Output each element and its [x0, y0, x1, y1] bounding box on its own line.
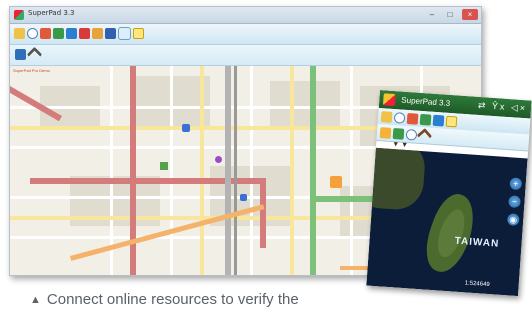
satellite-icon[interactable]: [118, 27, 131, 40]
edit-pen-icon[interactable]: [406, 112, 419, 125]
edit-pen-icon[interactable]: [40, 28, 51, 39]
hammer-tool-icon[interactable]: [26, 46, 43, 63]
main-toolbar: [10, 24, 481, 45]
triangle-bullet-icon: ▲: [30, 294, 41, 306]
satellite-map[interactable]: TAIWAN + − ◉ 1:524649: [366, 147, 528, 297]
document-icon[interactable]: [445, 115, 458, 128]
gps-icon[interactable]: [66, 28, 77, 39]
zoom-in-button[interactable]: +: [509, 177, 523, 191]
caption-text: Connect online resources to verify the: [46, 291, 299, 308]
dropdown-arrows[interactable]: ▼ ▼: [392, 141, 408, 149]
document-icon[interactable]: [133, 28, 144, 39]
windows-flag-icon: [382, 93, 396, 107]
minimize-button[interactable]: –: [424, 9, 440, 20]
layers-icon[interactable]: [79, 28, 90, 39]
close-button[interactable]: ×: [462, 9, 478, 20]
road-icon[interactable]: [53, 28, 64, 39]
mobile-title: SuperPad 3.3: [401, 95, 451, 108]
map-scale: 1:524649: [464, 280, 490, 289]
mobile-window: SuperPad 3.3 ⇄ Ŷx ◁× ▼ ▼ TAIWAN + − ◉ 1:…: [366, 90, 532, 297]
maximize-button[interactable]: □: [442, 9, 458, 20]
road-icon[interactable]: [419, 113, 432, 126]
status-icons: ⇄ Ŷx ◁×: [477, 99, 528, 114]
locate-button[interactable]: ◉: [506, 213, 520, 227]
secondary-toolbar: [10, 45, 481, 66]
map-corner-text: SuperPad Pro Demo: [13, 68, 50, 73]
app-icon: [14, 10, 24, 20]
globe-icon[interactable]: [105, 28, 116, 39]
gps-icon[interactable]: [432, 114, 445, 127]
search-icon[interactable]: [393, 112, 406, 124]
folder-open-icon[interactable]: [380, 111, 393, 123]
folder-open-icon[interactable]: [14, 28, 25, 39]
satellite-link-icon[interactable]: [15, 49, 26, 60]
caption: ▲ Connect online resources to verify the: [30, 291, 299, 308]
layers-icon[interactable]: [379, 127, 392, 139]
title-bar: SuperPad 3.3 – □ ×: [10, 7, 481, 24]
zoom-out-button[interactable]: −: [508, 195, 521, 209]
edit-icon[interactable]: [392, 128, 405, 140]
map-icon[interactable]: [92, 28, 103, 39]
search-icon[interactable]: [405, 128, 418, 141]
hammer-tool-icon[interactable]: [416, 127, 433, 144]
search-icon[interactable]: [27, 28, 38, 39]
window-title: SuperPad 3.3: [28, 9, 75, 17]
